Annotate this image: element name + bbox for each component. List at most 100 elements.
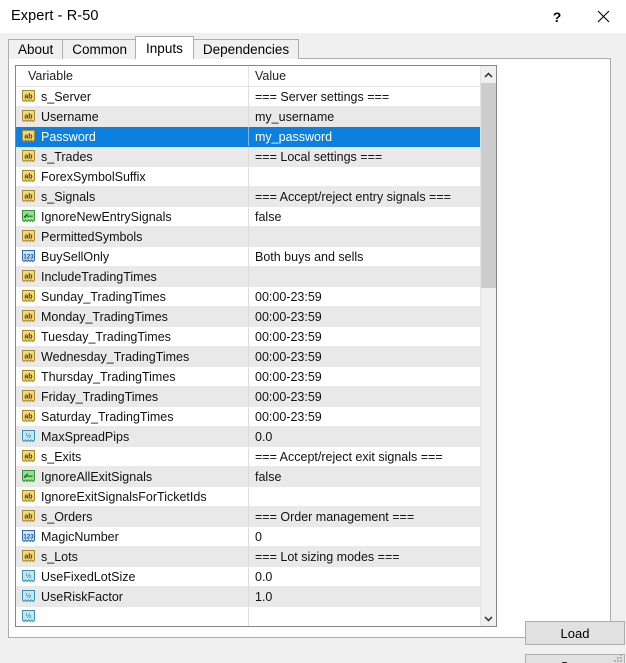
table-row[interactable]: ab IncludeTradingTimes <box>16 267 480 287</box>
variable-cell[interactable]: ½ UseFixedLotSize <box>16 567 248 586</box>
value-cell[interactable]: 00:00-23:59 <box>248 327 480 346</box>
scroll-up-button[interactable] <box>481 66 496 83</box>
table-row[interactable]: ab Monday_TradingTimes 00:00-23:59 <box>16 307 480 327</box>
value-cell[interactable]: 00:00-23:59 <box>248 407 480 426</box>
value-cell[interactable]: 00:00-23:59 <box>248 287 480 306</box>
value-cell[interactable]: my_password <box>248 127 480 146</box>
variable-cell[interactable]: IgnoreNewEntrySignals <box>16 207 248 226</box>
table-row[interactable]: ab s_Trades === Local settings === <box>16 147 480 167</box>
tab-common[interactable]: Common <box>62 39 138 59</box>
grid-vertical-scrollbar[interactable] <box>480 66 496 626</box>
variable-cell[interactable]: ab Thursday_TradingTimes <box>16 367 248 386</box>
variable-cell[interactable]: ab Wednesday_TradingTimes <box>16 347 248 366</box>
tab-about[interactable]: About <box>8 39 64 59</box>
value-cell[interactable]: 00:00-23:59 <box>248 387 480 406</box>
column-header-variable[interactable]: Variable <box>16 66 248 86</box>
table-row[interactable]: ab s_Lots === Lot sizing modes === <box>16 547 480 567</box>
value-cell[interactable]: false <box>248 207 480 226</box>
value-cell[interactable]: 0 <box>248 527 480 546</box>
value-cell[interactable]: Both buys and sells <box>248 247 480 266</box>
value-cell[interactable] <box>248 607 480 626</box>
variable-cell[interactable]: ab Tuesday_TradingTimes <box>16 327 248 346</box>
variable-cell[interactable]: ½ MaxSpreadPips <box>16 427 248 446</box>
close-button[interactable] <box>580 0 626 33</box>
table-row[interactable]: 123 BuySellOnly Both buys and sells <box>16 247 480 267</box>
variable-cell[interactable]: ab IncludeTradingTimes <box>16 267 248 286</box>
table-row[interactable]: ab PermittedSymbols <box>16 227 480 247</box>
value-cell[interactable]: 0.0 <box>248 567 480 586</box>
value-cell[interactable]: === Accept/reject entry signals === <box>248 187 480 206</box>
variable-cell[interactable]: ½ <box>16 607 248 626</box>
table-row[interactable]: ab Sunday_TradingTimes 00:00-23:59 <box>16 287 480 307</box>
save-button[interactable]: Save <box>525 654 625 663</box>
value-cell[interactable]: 00:00-23:59 <box>248 347 480 366</box>
scroll-down-button[interactable] <box>481 609 496 626</box>
table-row[interactable]: ab Saturday_TradingTimes 00:00-23:59 <box>16 407 480 427</box>
value-cell[interactable]: === Local settings === <box>248 147 480 166</box>
table-row[interactable]: IgnoreAllExitSignals false <box>16 467 480 487</box>
value-cell[interactable] <box>248 267 480 286</box>
variable-cell[interactable]: IgnoreAllExitSignals <box>16 467 248 486</box>
variable-cell[interactable]: 123 BuySellOnly <box>16 247 248 266</box>
svg-text:ab: ab <box>24 493 32 500</box>
table-row[interactable]: ab s_Server === Server settings === <box>16 87 480 107</box>
table-row[interactable]: 123 MagicNumber 0 <box>16 527 480 547</box>
table-row[interactable]: ab ForexSymbolSuffix <box>16 167 480 187</box>
variable-cell[interactable]: ab s_Orders <box>16 507 248 526</box>
value-cell[interactable]: my_username <box>248 107 480 126</box>
tab-dependencies[interactable]: Dependencies <box>192 39 300 59</box>
table-row[interactable]: ab Username my_username <box>16 107 480 127</box>
table-row[interactable]: ab s_Exits === Accept/reject exit signals … <box>16 447 480 467</box>
variable-cell[interactable]: ab IgnoreExitSignalsForTicketIds <box>16 487 248 506</box>
value-cell[interactable]: === Server settings === <box>248 87 480 106</box>
title-bar: Expert - R-50 ? <box>0 0 626 34</box>
variable-cell[interactable]: ab Username <box>16 107 248 126</box>
value-cell[interactable]: 00:00-23:59 <box>248 367 480 386</box>
variable-cell[interactable]: 123 MagicNumber <box>16 527 248 546</box>
table-row[interactable]: ab s_Orders === Order management === <box>16 507 480 527</box>
table-row[interactable]: ab IgnoreExitSignalsForTicketIds <box>16 487 480 507</box>
value-cell[interactable]: === Accept/reject exit signals === <box>248 447 480 466</box>
variable-cell[interactable]: ab Monday_TradingTimes <box>16 307 248 326</box>
variable-cell[interactable]: ab s_Trades <box>16 147 248 166</box>
variable-cell[interactable]: ab Password <box>16 127 248 146</box>
value-cell[interactable]: false <box>248 467 480 486</box>
table-row[interactable]: ½ <box>16 607 480 626</box>
variable-cell[interactable]: ab Saturday_TradingTimes <box>16 407 248 426</box>
variable-cell[interactable]: ½ UseRiskFactor <box>16 587 248 606</box>
variable-cell[interactable]: ab Friday_TradingTimes <box>16 387 248 406</box>
scrollbar-thumb[interactable] <box>481 83 496 288</box>
table-row[interactable]: ab s_Signals === Accept/reject entry signa… <box>16 187 480 207</box>
value-cell[interactable] <box>248 487 480 506</box>
value-cell[interactable] <box>248 227 480 246</box>
variable-cell[interactable]: ab s_Server <box>16 87 248 106</box>
table-row[interactable]: ab Wednesday_TradingTimes 00:00-23:59 <box>16 347 480 367</box>
table-row[interactable]: ab Friday_TradingTimes 00:00-23:59 <box>16 387 480 407</box>
table-row[interactable]: ab Tuesday_TradingTimes 00:00-23:59 <box>16 327 480 347</box>
value-cell[interactable]: === Lot sizing modes === <box>248 547 480 566</box>
table-row[interactable]: ½ UseRiskFactor 1.0 <box>16 587 480 607</box>
variable-cell[interactable]: ab Sunday_TradingTimes <box>16 287 248 306</box>
value-cell[interactable]: === Order management === <box>248 507 480 526</box>
column-header-value[interactable]: Value <box>248 66 478 86</box>
table-row[interactable]: IgnoreNewEntrySignals false <box>16 207 480 227</box>
value-cell[interactable]: 1.0 <box>248 587 480 606</box>
variable-cell[interactable]: ab s_Signals <box>16 187 248 206</box>
value-cell[interactable] <box>248 167 480 186</box>
variable-cell[interactable]: ab s_Exits <box>16 447 248 466</box>
tab-inputs[interactable]: Inputs <box>135 36 194 59</box>
variable-cell[interactable]: ab ForexSymbolSuffix <box>16 167 248 186</box>
window-title: Expert - R-50 <box>11 8 99 24</box>
load-button[interactable]: Load <box>525 621 625 645</box>
variable-cell[interactable]: ab PermittedSymbols <box>16 227 248 246</box>
table-row[interactable]: ½ MaxSpreadPips 0.0 <box>16 427 480 447</box>
value-cell[interactable]: 00:00-23:59 <box>248 307 480 326</box>
variable-name-label: IgnoreAllExitSignals <box>41 469 153 484</box>
help-button[interactable]: ? <box>534 0 580 33</box>
table-row[interactable]: ab Thursday_TradingTimes 00:00-23:59 <box>16 367 480 387</box>
resize-grip[interactable] <box>613 651 623 662</box>
value-cell[interactable]: 0.0 <box>248 427 480 446</box>
variable-cell[interactable]: ab s_Lots <box>16 547 248 566</box>
table-row[interactable]: ½ UseFixedLotSize 0.0 <box>16 567 480 587</box>
table-row[interactable]: ab Password my_password <box>16 127 480 147</box>
